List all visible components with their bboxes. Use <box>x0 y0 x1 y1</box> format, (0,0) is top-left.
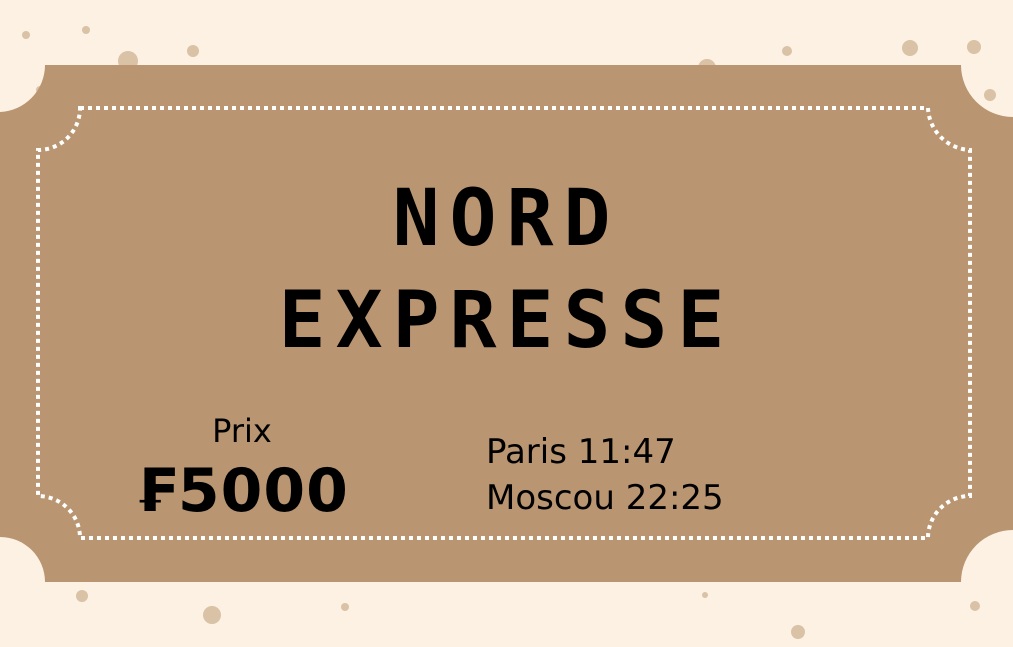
price-value: ₣5000 <box>135 456 349 526</box>
ticket-title-line1: NORD <box>392 174 621 264</box>
ticket-title-line2: EXPRESSE <box>278 276 735 366</box>
arrival-text: Moscou 22:25 <box>486 478 724 518</box>
price-label: Prix <box>212 412 272 450</box>
departure-text: Paris 11:47 <box>486 432 676 472</box>
